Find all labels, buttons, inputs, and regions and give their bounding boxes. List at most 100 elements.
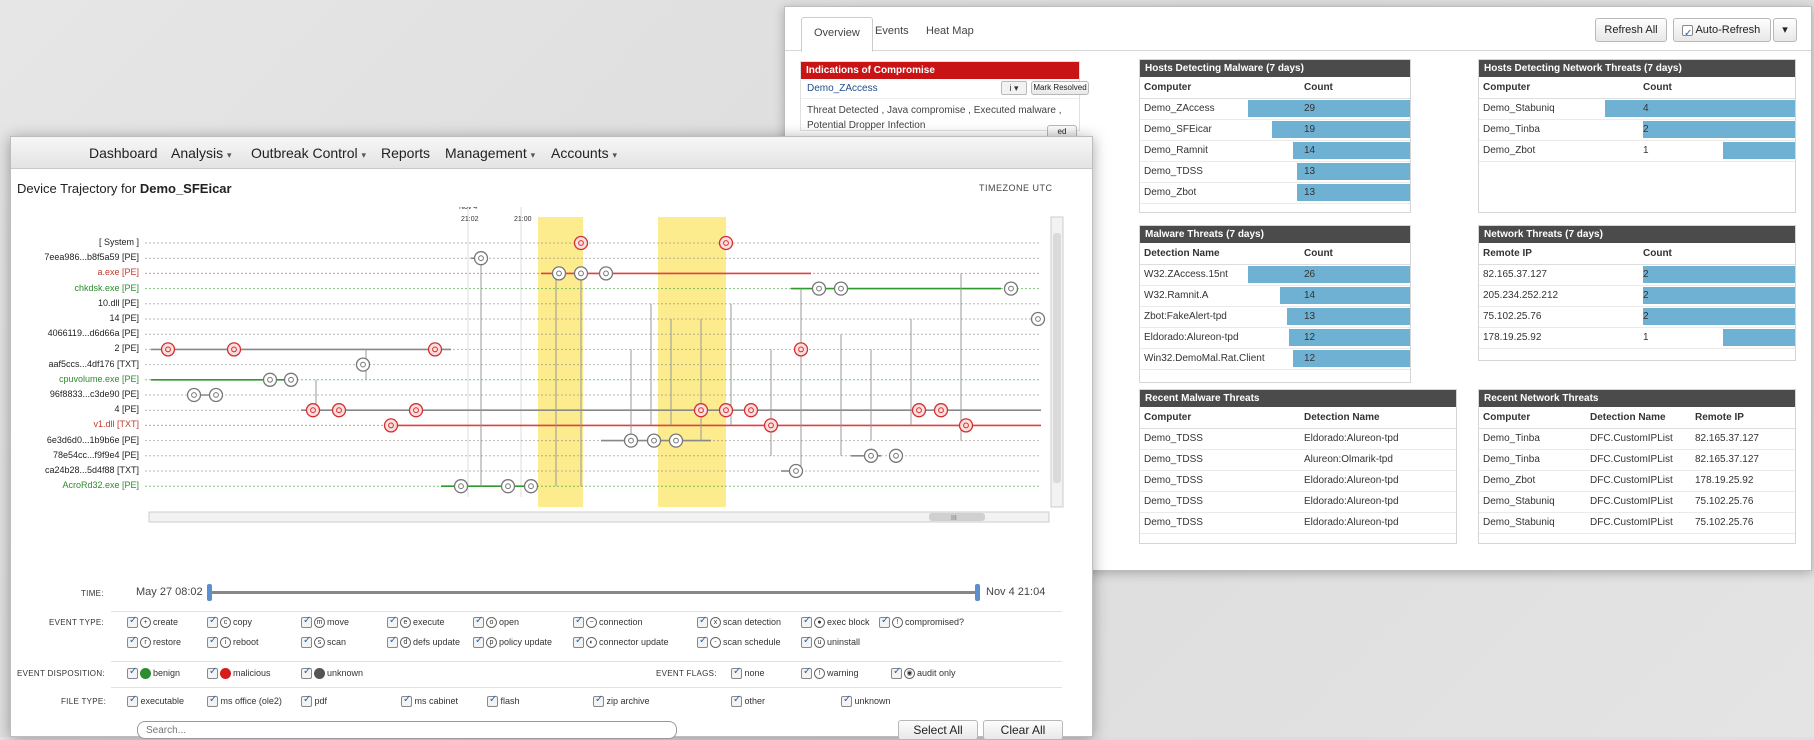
time-slider-track[interactable] [209,591,979,594]
checkbox-icon[interactable] [301,615,312,629]
process-label[interactable]: cpuvolume.exe [PE] [59,374,139,384]
file-type-pdf[interactable]: pdf [301,694,327,708]
auto-refresh-dropdown[interactable]: ▾ [1773,18,1797,42]
event-type-defs-update[interactable]: ddefs update [387,635,460,649]
disposition-unknown[interactable]: unknown [301,666,363,680]
file-type-ms-cabinet[interactable]: ms cabinet [401,694,458,708]
event-type-scan[interactable]: sscan [301,635,346,649]
checkbox-icon[interactable] [127,666,138,680]
table-row[interactable]: Demo_SFEicar 19 [1140,119,1410,141]
process-label[interactable]: [ System ] [99,237,139,247]
process-label[interactable]: 6e3d6d0...1b9b6e [PE] [47,435,139,445]
flag-none[interactable]: none [731,666,765,680]
search-input[interactable] [137,721,677,739]
table-row[interactable]: Demo_TDSS Eldorado:Alureon-tpd [1140,428,1456,450]
checkbox-icon[interactable] [127,694,138,708]
info-icon[interactable]: i ▾ [1001,81,1027,95]
checkbox-icon[interactable] [487,694,498,708]
process-label[interactable]: 4066119...d6d66a [PE] [48,328,139,338]
auto-refresh-button[interactable]: Auto-Refresh [1673,18,1771,45]
nav-reports[interactable]: Reports [381,145,430,161]
event-type-uninstall[interactable]: uuninstall [801,635,860,649]
checkbox-icon[interactable] [207,666,218,680]
flag-audit-only[interactable]: ◉audit only [891,666,956,680]
table-row[interactable]: Demo_Zbot 13 [1140,182,1410,204]
checkbox-icon[interactable] [387,615,398,629]
process-label[interactable]: AcroRd32.exe [PE] [62,480,139,490]
process-label[interactable]: 2 [PE] [114,343,139,353]
table-row[interactable]: Demo_TDSS Alureon:Olmarik-tpd [1140,449,1456,471]
table-row[interactable]: Demo_TDSS Eldorado:Alureon-tpd [1140,470,1456,492]
event-type-connection[interactable]: ~connection [573,615,643,629]
ioc-computer-link[interactable]: Demo_ZAccess [807,83,878,94]
checkbox-icon[interactable] [801,635,812,649]
event-type-exec-block[interactable]: ●exec block [801,615,870,629]
checkbox-icon[interactable] [473,635,484,649]
table-row[interactable]: Demo_Stabuniq 4 [1479,98,1795,120]
checkbox-icon[interactable] [801,615,812,629]
checkbox-icon[interactable] [301,635,312,649]
disposition-malicious[interactable]: malicious [207,666,271,680]
file-type-ms-office-ole2-[interactable]: ms office (ole2) [207,694,282,708]
clear-all-button[interactable]: Clear All [983,720,1063,740]
nav-outbreak-control[interactable]: Outbreak Control ▾ [251,145,366,161]
file-type-unknown[interactable]: unknown [841,694,891,708]
checkbox-icon[interactable] [301,666,312,680]
checkbox-icon[interactable] [127,635,138,649]
file-type-zip-archive[interactable]: zip archive [593,694,650,708]
checkbox-icon[interactable] [731,694,742,708]
table-row[interactable]: Demo_Zbot DFC.CustomIPList 178.19.25.92 [1479,470,1795,492]
time-slider-end-handle[interactable] [975,584,980,601]
process-label[interactable]: 10.dll [PE] [98,298,139,308]
table-row[interactable]: Demo_Tinba DFC.CustomIPList 82.165.37.127 [1479,449,1795,471]
process-label[interactable]: 96f8833...c3de90 [PE] [50,389,139,399]
checkbox-icon[interactable] [301,694,312,708]
table-row[interactable]: 205.234.252.212 2 [1479,285,1795,307]
checkbox-icon[interactable] [841,694,852,708]
event-type-scan-schedule[interactable]: -scan schedule [697,635,781,649]
checkbox-icon[interactable] [207,635,218,649]
table-row[interactable]: Demo_TDSS Eldorado:Alureon-tpd [1140,512,1456,534]
checkbox-icon[interactable] [207,615,218,629]
checkbox-icon[interactable] [801,666,812,680]
table-row[interactable]: Demo_TDSS 13 [1140,161,1410,183]
table-row[interactable]: Demo_Stabuniq DFC.CustomIPList 75.102.25.7… [1479,512,1795,534]
select-all-button[interactable]: Select All [898,720,978,740]
table-row[interactable]: W32.Ramnit.A 14 [1140,285,1410,307]
checkbox-icon[interactable] [697,615,708,629]
table-row[interactable]: Demo_Stabuniq DFC.CustomIPList 75.102.25.7… [1479,491,1795,513]
nav-accounts[interactable]: Accounts ▾ [551,145,617,161]
time-slider-start-handle[interactable] [207,584,212,601]
table-row[interactable]: W32.ZAccess.15nt 26 [1140,264,1410,286]
table-row[interactable]: Demo_Zbot 1 [1479,140,1795,162]
checkbox-icon[interactable] [891,666,902,680]
event-type-open[interactable]: oopen [473,615,519,629]
checkbox-icon[interactable] [573,615,584,629]
process-label[interactable]: 78e54cc...f9f9e4 [PE] [53,450,139,460]
nav-dashboard[interactable]: Dashboard [89,145,158,161]
event-type-copy[interactable]: ccopy [207,615,252,629]
event-type-reboot[interactable]: ireboot [207,635,259,649]
file-type-other[interactable]: other [731,694,765,708]
event-type-connector-update[interactable]: ◐connector update [573,635,669,649]
table-row[interactable]: Demo_Ramnit 14 [1140,140,1410,162]
process-label[interactable]: a.exe [PE] [97,267,139,277]
tab-events[interactable]: Events [863,21,921,41]
process-label[interactable]: aaf5ccs...4df176 [TXT] [48,359,139,369]
table-row[interactable]: Demo_Tinba 2 [1479,119,1795,141]
event-type-create[interactable]: +create [127,615,178,629]
table-row[interactable]: Demo_ZAccess 29 [1140,98,1410,120]
flag-warning[interactable]: !warning [801,666,859,680]
checkbox-icon[interactable] [593,694,604,708]
event-type-execute[interactable]: eexecute [387,615,445,629]
event-type-policy-update[interactable]: ppolicy update [473,635,552,649]
checkbox-icon[interactable] [127,615,138,629]
file-type-executable[interactable]: executable [127,694,184,708]
process-label[interactable]: 7eea986...b8f5a59 [PE] [44,252,139,262]
process-label[interactable]: 14 [PE] [109,313,139,323]
event-type-scan-detection[interactable]: xscan detection [697,615,781,629]
table-row[interactable]: 75.102.25.76 2 [1479,306,1795,328]
process-label[interactable]: ca24b28...5d4f88 [TXT] [45,465,139,475]
trajectory-chart[interactable]: Nov 4 21:02 21:00 III [11,207,1094,547]
checkbox-icon[interactable] [387,635,398,649]
